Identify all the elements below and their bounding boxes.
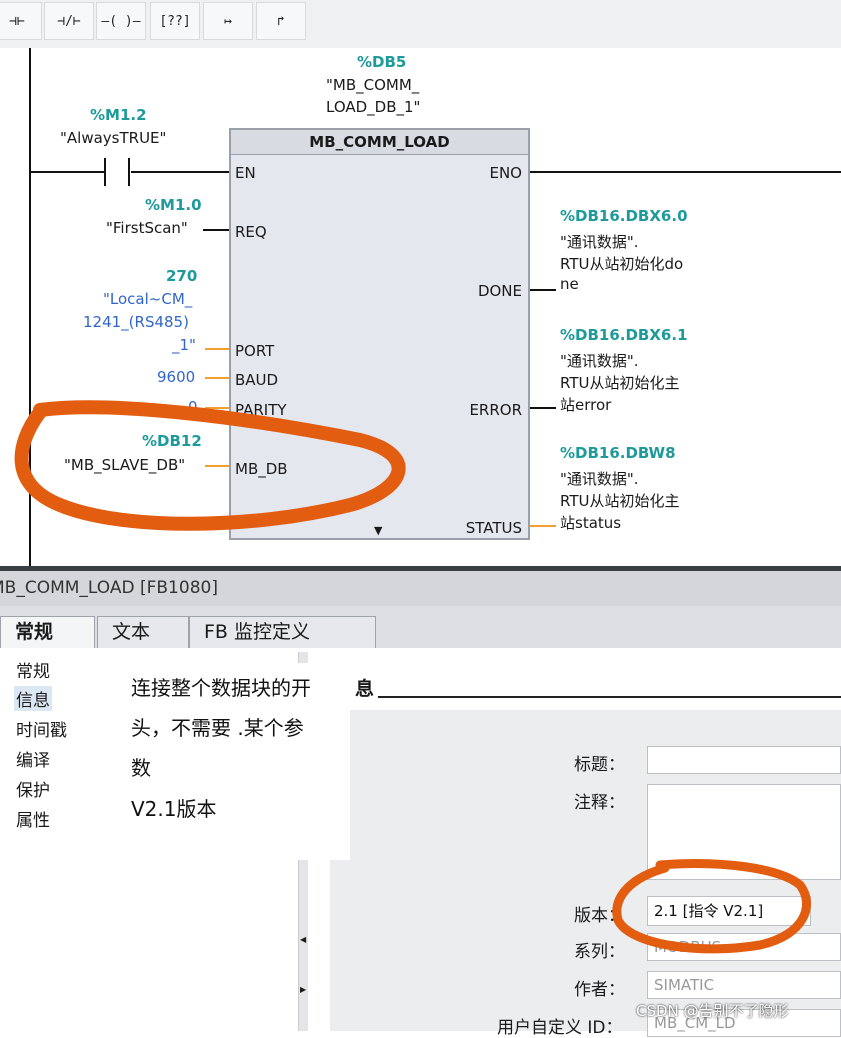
mb-db-highlight-marker (14, 400, 406, 531)
annotation-markers (14, 400, 811, 954)
version-highlight-marker (612, 859, 811, 954)
watermark: CSDN @告别不了隐形 (636, 1002, 789, 1020)
